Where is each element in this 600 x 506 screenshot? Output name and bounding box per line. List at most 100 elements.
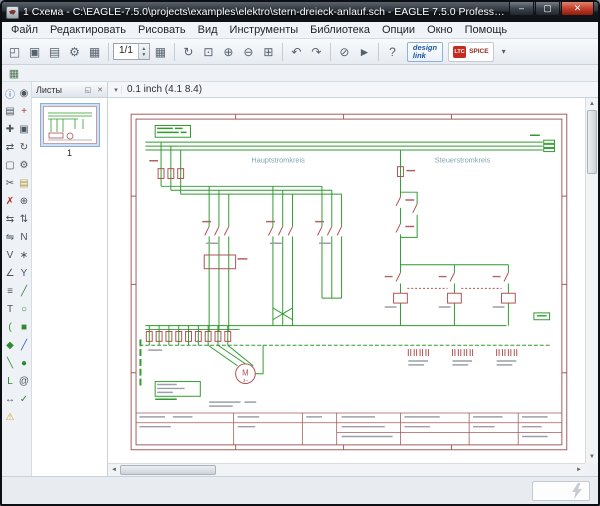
tool-glyph: ▤: [19, 178, 28, 189]
save-icon[interactable]: ▣: [25, 42, 44, 61]
vertical-scroll-thumb[interactable]: [587, 110, 597, 174]
sheet-thumbnail[interactable]: [40, 103, 100, 147]
maximize-button[interactable]: ▢: [535, 2, 560, 16]
icon-glyph: ⚙: [69, 45, 80, 59]
menu-options[interactable]: Опции: [376, 23, 421, 37]
zoom-in-icon[interactable]: ⊕: [219, 42, 238, 61]
replace-icon[interactable]: ⇅: [17, 210, 31, 228]
scroll-up-icon[interactable]: ▲: [586, 98, 598, 110]
mark-icon[interactable]: +: [17, 102, 31, 120]
info-icon[interactable]: ⓘ: [3, 84, 17, 102]
schematic-drawing[interactable]: M 3~ Hauptstromkreis Steuerstromkreis: [108, 98, 585, 463]
minimize-button[interactable]: –: [509, 2, 534, 16]
vertical-scroll-track[interactable]: [586, 174, 598, 451]
text-icon[interactable]: T: [3, 300, 17, 318]
design-link-button[interactable]: design link: [407, 42, 443, 62]
value-icon[interactable]: V: [3, 246, 17, 264]
menu-view[interactable]: Вид: [192, 23, 224, 37]
spin-down-icon[interactable]: ▼: [139, 52, 149, 58]
float-panel-icon[interactable]: ◱: [83, 86, 93, 94]
dimension-icon[interactable]: ↔: [3, 390, 17, 408]
show-icon[interactable]: ◉: [17, 84, 31, 102]
scroll-down-icon[interactable]: ▼: [586, 451, 598, 463]
component-symbols: [146, 167, 515, 342]
sheet-select-combo[interactable]: 1/1 ▲ ▼: [113, 43, 150, 60]
close-panel-icon[interactable]: ✕: [95, 86, 105, 94]
icon-glyph: ◰: [9, 45, 20, 59]
close-button[interactable]: ✕: [561, 2, 594, 16]
ltspice-button[interactable]: LTC SPICE: [448, 42, 494, 62]
grid-settings-button[interactable]: ▦: [151, 42, 170, 61]
gateswap-icon[interactable]: ⇋: [3, 228, 17, 246]
titlebar[interactable]: 1 Схема - C:\EAGLE-7.5.0\projects\exampl…: [2, 2, 598, 22]
group-icon[interactable]: ▢: [3, 156, 17, 174]
menu-tools[interactable]: Инструменты: [224, 23, 305, 37]
pinswap-icon[interactable]: ⇆: [3, 210, 17, 228]
print-icon[interactable]: ▤: [45, 42, 64, 61]
errors-icon[interactable]: ⚠: [3, 408, 17, 426]
copy-icon[interactable]: ▣: [17, 120, 31, 138]
menu-file[interactable]: Файл: [5, 23, 44, 37]
attribute-icon[interactable]: @: [17, 372, 31, 390]
menu-window[interactable]: Окно: [421, 23, 459, 37]
erc-icon[interactable]: ✓: [17, 390, 31, 408]
board-editor-icon[interactable]: ▦: [85, 42, 104, 61]
horizontal-scroll-track[interactable]: [216, 464, 573, 476]
sheet-select-spinner[interactable]: ▲ ▼: [138, 44, 149, 59]
vertical-scrollbar[interactable]: ▲ ▼: [585, 98, 598, 463]
frame-grid-button[interactable]: ▦: [6, 66, 22, 81]
menu-edit[interactable]: Редактировать: [44, 23, 132, 37]
zoom-select-icon[interactable]: ⊞: [259, 42, 278, 61]
display-layers-icon[interactable]: ▤: [3, 102, 17, 120]
undo-icon[interactable]: ↶: [287, 42, 306, 61]
tool-glyph: ⇅: [20, 214, 28, 225]
redraw-icon[interactable]: ↻: [179, 42, 198, 61]
scroll-right-icon[interactable]: ►: [573, 464, 585, 476]
arc-icon[interactable]: (: [3, 318, 17, 336]
rotate-icon[interactable]: ↻: [17, 138, 31, 156]
split-icon[interactable]: Y: [17, 264, 31, 282]
drawing-surface[interactable]: M 3~ Hauptstromkreis Steuerstromkreis: [108, 98, 585, 463]
rect-icon[interactable]: ■: [17, 318, 31, 336]
scroll-left-icon[interactable]: ◄: [108, 464, 120, 476]
menu-draw[interactable]: Рисовать: [132, 23, 192, 37]
circle-icon[interactable]: ○: [17, 300, 31, 318]
paste-icon[interactable]: ▤: [17, 174, 31, 192]
cam-processor-icon[interactable]: ⚙: [65, 42, 84, 61]
horizontal-scroll-thumb[interactable]: [120, 465, 216, 475]
invoke-icon[interactable]: ≡: [3, 282, 17, 300]
mirror-icon[interactable]: ⇄: [3, 138, 17, 156]
label-icon[interactable]: L: [3, 372, 17, 390]
bus-icon[interactable]: ╱: [17, 336, 31, 354]
miter-icon[interactable]: ∠: [3, 264, 17, 282]
sheets-panel-header[interactable]: Листы ◱ ✕: [32, 82, 107, 98]
name-icon[interactable]: N: [17, 228, 31, 246]
app-icon: [6, 6, 19, 19]
toolbar-overflow-button[interactable]: ▾: [498, 47, 510, 56]
spice-status-panel[interactable]: [532, 481, 590, 501]
menu-help[interactable]: Помощь: [459, 23, 514, 37]
open-icon[interactable]: ◰: [5, 42, 24, 61]
main-section-title: Hauptstromkreis: [251, 156, 305, 165]
stop-icon[interactable]: ⊘: [335, 42, 354, 61]
help-icon[interactable]: ?: [383, 42, 402, 61]
change-icon[interactable]: ⚙: [17, 156, 31, 174]
zoom-fit-icon[interactable]: ⊡: [199, 42, 218, 61]
add-part-icon[interactable]: ⊕: [17, 192, 31, 210]
smash-icon[interactable]: ∗: [17, 246, 31, 264]
junction-icon[interactable]: ●: [17, 354, 31, 372]
sheets-panel: Листы ◱ ✕ 1: [32, 82, 108, 476]
tool-glyph: ⚠: [6, 412, 15, 423]
move-icon[interactable]: ✚: [3, 120, 17, 138]
go-icon[interactable]: ►: [355, 42, 374, 61]
redo-icon[interactable]: ↷: [307, 42, 326, 61]
wire-icon[interactable]: ╱: [17, 282, 31, 300]
menu-library[interactable]: Библиотека: [304, 23, 376, 37]
cut-icon[interactable]: ✂: [3, 174, 17, 192]
zoom-out-icon[interactable]: ⊖: [239, 42, 258, 61]
marker-dropdown-icon[interactable]: ▾: [111, 86, 122, 94]
polygon-icon[interactable]: ◆: [3, 336, 17, 354]
horizontal-scrollbar[interactable]: ◄ ►: [108, 463, 585, 476]
delete-icon[interactable]: ✗: [3, 192, 17, 210]
net-icon[interactable]: ╲: [3, 354, 17, 372]
